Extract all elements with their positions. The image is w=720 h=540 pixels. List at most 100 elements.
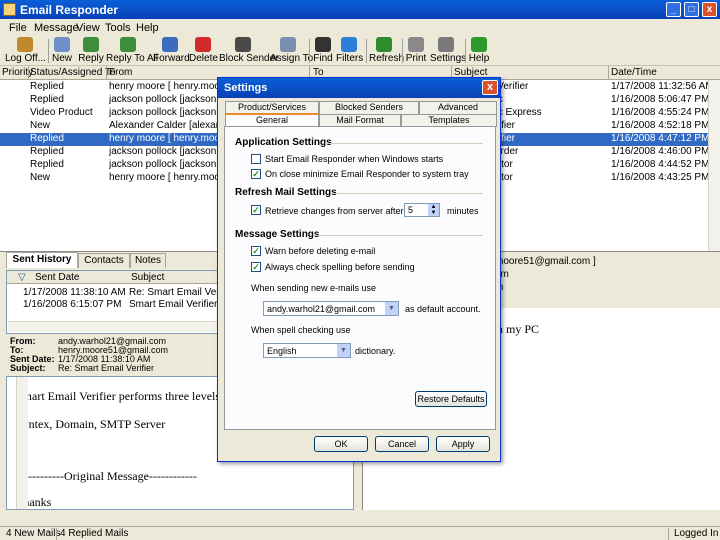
apply-button[interactable]: Apply <box>436 436 490 452</box>
row-from: Alexander Calder [alexander.c <box>109 120 217 131</box>
column-history-subject[interactable]: Subject <box>131 272 164 283</box>
menu-tools[interactable]: Tools <box>105 22 131 34</box>
reply-button[interactable]: Reply <box>78 37 104 65</box>
block-sender-label: Block Sender <box>219 53 279 64</box>
tab-sent-history[interactable]: Sent History <box>6 252 78 268</box>
row-date: 1/16/2008 4:43:25 PM <box>611 172 710 183</box>
refresh-button[interactable]: Refresh <box>369 37 404 65</box>
row-from: jackson pollock [jackson.polloc <box>109 146 217 157</box>
column-status[interactable]: Status/Assigned To <box>30 67 115 78</box>
tab-general[interactable]: General <box>225 113 319 127</box>
delete-icon <box>195 37 211 52</box>
warn-before-delete-label: Warn before deleting e-mail <box>265 246 376 256</box>
dictionary-select[interactable]: English ▼ <box>263 343 351 358</box>
row-from: henry moore [ henry.moore51@ <box>109 172 217 183</box>
tab-advanced[interactable]: Advanced <box>419 101 497 114</box>
filters-button[interactable]: Filters <box>336 37 364 65</box>
row-date: 1/16/2008 4:52:18 PM <box>611 120 710 131</box>
chevron-down-icon[interactable]: ▼ <box>385 302 398 315</box>
menu-help[interactable]: Help <box>136 22 159 34</box>
find-button[interactable]: Find <box>312 37 334 65</box>
check-spelling-checkbox[interactable]: ✓ <box>251 262 261 272</box>
sending-account-label: When sending new e-mails use <box>251 283 377 293</box>
column-sent-date[interactable]: Sent Date <box>35 272 79 283</box>
assign-to-label: Assign To <box>270 53 314 64</box>
tab-blocked-senders[interactable]: Blocked Senders <box>319 101 419 114</box>
body-line: ------------Original Message------------ <box>16 469 197 483</box>
reply-to-all-button[interactable]: Reply To All <box>106 37 158 65</box>
find-icon <box>315 37 331 52</box>
section-application-settings: Application Settings <box>235 137 332 148</box>
section-message-settings: Message Settings <box>235 229 320 240</box>
toolbar-separator <box>465 39 466 63</box>
row-date: 1/16/2008 4:44:52 PM <box>611 159 710 170</box>
maximize-button[interactable]: □ <box>684 2 699 17</box>
close-button[interactable]: x <box>702 2 717 17</box>
menu-view[interactable]: View <box>76 22 100 34</box>
warn-before-delete-checkbox[interactable]: ✓ <box>251 246 261 256</box>
log-off-button[interactable]: Log Off... <box>5 37 46 65</box>
log-off-label: Log Off... <box>5 53 46 64</box>
minimize-button[interactable]: _ <box>666 2 681 17</box>
tab-notes[interactable]: Notes <box>130 253 166 268</box>
row-status: Replied <box>30 81 64 92</box>
dictionary-suffix: dictionary. <box>355 346 396 356</box>
delete-label: Delete <box>189 53 218 64</box>
column-date[interactable]: Date/Time <box>611 67 657 78</box>
new-button[interactable]: New <box>50 37 74 65</box>
settings-close-button[interactable]: x <box>482 80 498 95</box>
reply-all-icon <box>120 37 136 52</box>
settings-label: Settings <box>430 53 467 64</box>
section-refresh-mail-settings: Refresh Mail Settings <box>235 187 337 198</box>
toolbar-separator <box>48 39 49 63</box>
row-date: 1/17/2008 11:32:56 AM <box>611 81 714 92</box>
assign-to-button[interactable]: Assign To <box>270 37 314 65</box>
list-scrollbar[interactable] <box>708 80 720 251</box>
spin-arrows-icon[interactable]: ▲ ▼ <box>428 204 439 216</box>
default-account-suffix: as default account. <box>405 304 481 314</box>
start-with-windows-checkbox[interactable] <box>251 154 261 164</box>
default-account-value: andy.warhol21@gmail.com <box>267 304 376 314</box>
settings-button[interactable]: Settings <box>430 37 467 65</box>
minutes-stepper[interactable]: 5 ▲ ▼ <box>404 203 440 217</box>
help-icon <box>471 37 487 52</box>
retrieve-changes-checkbox[interactable]: ✓ <box>251 205 261 215</box>
menu-file[interactable]: File <box>9 22 27 34</box>
settings-icon <box>438 37 454 52</box>
ok-button[interactable]: OK <box>314 436 368 452</box>
sort-down-icon[interactable]: ▽ <box>18 272 26 283</box>
minimize-to-tray-checkbox[interactable]: ✓ <box>251 169 261 179</box>
help-button[interactable]: Help <box>468 37 490 65</box>
toolbar: Log Off... New Reply Reply To All Forwar… <box>0 36 720 66</box>
cancel-button[interactable]: Cancel <box>375 436 429 452</box>
row-from: henry moore [ henry.moore51@ <box>109 81 217 92</box>
block-sender-button[interactable]: Block Sender <box>219 37 279 65</box>
forward-icon <box>162 37 178 52</box>
check-spelling-label: Always check spelling before sending <box>265 262 415 272</box>
history-row-subject: Smart Email Verifier <box>129 299 218 310</box>
print-button[interactable]: Print <box>405 37 427 65</box>
column-from[interactable]: From <box>109 67 132 78</box>
status-bar: 4 New Mails 4 Replied Mails Logged In <box>0 526 720 540</box>
body-scrollbar[interactable] <box>16 377 28 509</box>
subject-value: Re: Smart Email Verifier <box>58 363 155 373</box>
forward-button[interactable]: Forward <box>153 37 190 65</box>
restore-defaults-button[interactable]: Restore Defaults <box>415 391 487 407</box>
delete-button[interactable]: Delete <box>189 37 218 65</box>
start-with-windows-label: Start Email Responder when Windows start… <box>265 154 444 164</box>
assign-to-icon <box>280 37 296 52</box>
general-panel: Application Settings Start Email Respond… <box>224 126 496 430</box>
new-label: New <box>51 53 72 64</box>
tab-contacts[interactable]: Contacts <box>78 253 130 268</box>
default-account-select[interactable]: andy.warhol21@gmail.com ▼ <box>263 301 399 316</box>
row-status: New <box>30 172 51 183</box>
row-status: Replied <box>30 94 64 105</box>
menu-message[interactable]: Message <box>34 22 79 34</box>
forward-label: Forward <box>153 53 190 64</box>
row-date: 1/16/2008 4:46:00 PM <box>611 146 710 157</box>
new-mail-icon <box>54 37 70 52</box>
history-row-date: 1/16/2008 6:15:07 PM <box>23 299 122 310</box>
minutes-value: 5 <box>408 205 414 215</box>
filters-label: Filters <box>336 53 364 64</box>
chevron-down-icon[interactable]: ▼ <box>337 344 350 357</box>
